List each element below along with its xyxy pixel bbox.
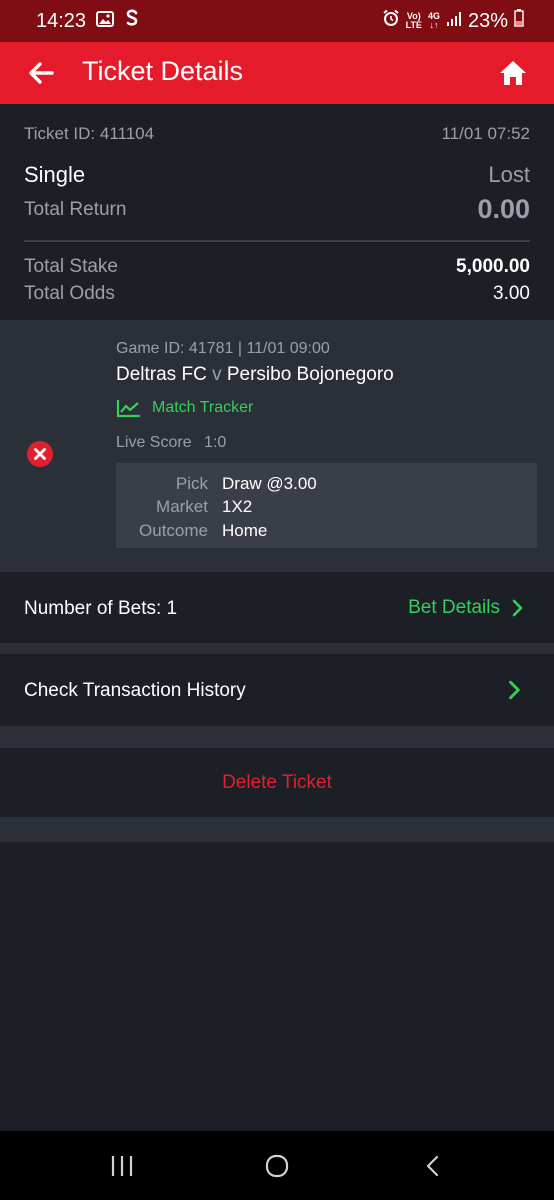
section-gap xyxy=(0,643,554,654)
battery-icon xyxy=(514,9,524,33)
pick-details: Pick Draw @3.00 Market 1X2 Outcome Home xyxy=(116,463,537,548)
divider xyxy=(24,240,530,242)
market-value: 1X2 xyxy=(222,497,253,516)
home-icon xyxy=(500,61,526,85)
pick-label: Pick xyxy=(175,474,208,493)
chevron-right-icon xyxy=(512,599,523,617)
total-return-value: 0.00 xyxy=(477,194,530,224)
bet-type: Single xyxy=(24,162,86,187)
total-odds-label: Total Odds xyxy=(24,283,115,304)
battery-percent: 23% xyxy=(467,9,508,32)
away-team: Persibo Bojonegoro xyxy=(226,364,394,385)
game-info: Game ID: 41781 | 11/01 09:00 xyxy=(116,340,330,357)
total-stake-value: 5,000.00 xyxy=(456,256,530,277)
app-bar: Ticket Details xyxy=(0,42,554,104)
app-notification-icon xyxy=(124,9,140,33)
market-label: Market xyxy=(156,497,208,516)
network-4g-indicator: 4G ↓↑ xyxy=(427,11,440,30)
versus-label: v xyxy=(212,364,222,385)
transaction-history-label: Check Transaction History xyxy=(24,680,246,701)
total-return-label: Total Return xyxy=(24,198,127,220)
home-nav-button[interactable] xyxy=(265,1154,289,1183)
delete-ticket-button[interactable]: Delete Ticket xyxy=(0,748,554,817)
number-of-bets: Number of Bets: 1 xyxy=(24,598,178,619)
bet-details-link[interactable]: Bet Details xyxy=(408,597,524,619)
status-time: 14:23 xyxy=(36,9,87,32)
recent-apps-button[interactable] xyxy=(110,1155,134,1182)
status-bar: 14:23 Vo) LTE 4G ↓↑ 23% xyxy=(0,0,554,42)
volte-indicator: Vo) LTE xyxy=(405,11,422,30)
alarm-icon xyxy=(382,9,400,33)
chart-line-icon xyxy=(116,400,140,418)
outcome-value: Home xyxy=(222,521,268,540)
gallery-icon xyxy=(96,10,115,33)
section-gap xyxy=(0,817,554,842)
match-tracker-label: Match Tracker xyxy=(152,399,254,416)
pick-value: Draw @3.00 xyxy=(222,474,317,493)
back-nav-button[interactable] xyxy=(424,1155,440,1182)
lost-status-icon xyxy=(27,441,53,467)
home-button[interactable] xyxy=(498,58,528,88)
live-score-label: Live Score xyxy=(116,434,192,451)
home-team: Deltras FC xyxy=(116,364,207,385)
section-gap xyxy=(0,726,554,748)
page-title: Ticket Details xyxy=(82,56,244,86)
system-nav-bar xyxy=(0,1131,554,1200)
transaction-history-row[interactable]: Check Transaction History xyxy=(0,654,554,726)
bet-details-label: Bet Details xyxy=(408,597,500,618)
back-button[interactable] xyxy=(26,58,56,88)
outcome-label: Outcome xyxy=(139,521,208,540)
live-score-value: 1:0 xyxy=(204,434,227,451)
number-of-bets-row: Number of Bets: 1 Bet Details xyxy=(0,573,554,643)
ticket-datetime: 11/01 07:52 xyxy=(441,124,530,143)
recent-apps-icon xyxy=(111,1156,133,1176)
ticket-id: Ticket ID: 411104 xyxy=(24,124,155,143)
live-score: Live Score 1:0 xyxy=(116,434,226,452)
ticket-status: Lost xyxy=(488,162,530,187)
signal-icon xyxy=(446,10,462,33)
total-odds-value: 3.00 xyxy=(493,283,530,304)
match-teams: Deltras FC v Persibo Bojonegoro xyxy=(116,364,394,386)
home-circle-icon xyxy=(265,1154,289,1178)
arrow-left-icon xyxy=(29,62,54,84)
ticket-summary: Ticket ID: 411104 11/01 07:52 Single Los… xyxy=(0,104,554,320)
total-stake-label: Total Stake xyxy=(24,256,118,277)
delete-ticket-label: Delete Ticket xyxy=(222,772,332,793)
chevron-right-icon xyxy=(509,680,520,700)
back-chevron-icon xyxy=(426,1155,439,1177)
match-tracker-link[interactable]: Match Tracker xyxy=(116,398,253,418)
